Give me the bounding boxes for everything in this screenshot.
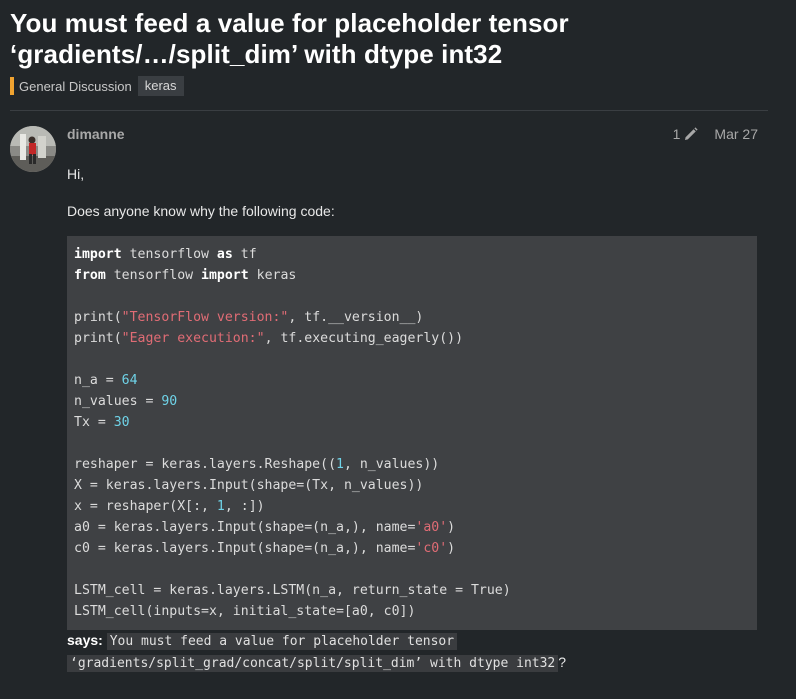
code-line-12: X = keras.layers.Input(shape=(Tx, n_valu…: [74, 478, 424, 493]
tag-keras[interactable]: keras: [137, 76, 184, 96]
code-line-2: from tensorflow import keras: [74, 268, 297, 283]
code-line-11: reshaper = keras.layers.Reshape((1, n_va…: [74, 457, 440, 472]
code-block: import tensorflow as tf from tensorflow i…: [67, 236, 757, 630]
code-line-1: import tensorflow as tf: [74, 247, 257, 262]
category-badge[interactable]: General Discussion: [10, 77, 132, 95]
code-line-5: print("Eager execution:", tf.executing_e…: [74, 331, 464, 346]
error-suffix: ?: [558, 654, 567, 670]
error-message-line-2: ‘gradients/split_grad/concat/split/split…: [67, 655, 559, 672]
topic-header: You must feed a value for placeholder te…: [10, 8, 770, 96]
post-says: says: You must feed a value for placehol…: [67, 630, 757, 674]
post-meta: 1 Mar 27: [673, 126, 758, 142]
says-label: says:: [67, 632, 103, 648]
topic-title-line-1[interactable]: You must feed a value for placeholder te…: [10, 8, 569, 38]
pencil-icon[interactable]: [684, 127, 699, 141]
code-line-17: LSTM_cell = keras.layers.LSTM(n_a, retur…: [74, 583, 511, 598]
topic-title[interactable]: You must feed a value for placeholder te…: [10, 8, 770, 70]
category-color-swatch: [10, 77, 14, 95]
edit-count[interactable]: 1: [673, 126, 681, 142]
topic-title-line-2[interactable]: ‘gradients/…/split_dim’ with dtype int32: [10, 39, 502, 69]
code-line-8: n_values = 90: [74, 394, 178, 409]
code-line-9: Tx = 30: [74, 415, 130, 430]
header-divider: [10, 110, 768, 111]
code-line-13: x = reshaper(X[:, 1, :]): [74, 499, 265, 514]
code-line-14: a0 = keras.layers.Input(shape=(n_a,), na…: [74, 520, 456, 535]
category-label: General Discussion: [19, 78, 132, 94]
code-line-4: print("TensorFlow version:", tf.__versio…: [74, 310, 424, 325]
avatar-image: [10, 126, 56, 172]
code-line-7: n_a = 64: [74, 373, 138, 388]
post-body: Hi, Does anyone know why the following c…: [67, 165, 757, 674]
code-line-18: LSTM_cell(inputs=x, initial_state=[a0, c…: [74, 604, 416, 619]
post-greeting: Hi,: [67, 166, 85, 182]
post-question: Does anyone know why the following code:: [67, 203, 335, 219]
topic-tags: General Discussion keras: [10, 76, 770, 96]
error-message-line-1: You must feed a value for placeholder te…: [106, 633, 458, 650]
code-line-15: c0 = keras.layers.Input(shape=(n_a,), na…: [74, 541, 456, 556]
post-date[interactable]: Mar 27: [714, 126, 758, 142]
avatar[interactable]: [10, 126, 56, 172]
post-username[interactable]: dimanne: [67, 126, 125, 142]
